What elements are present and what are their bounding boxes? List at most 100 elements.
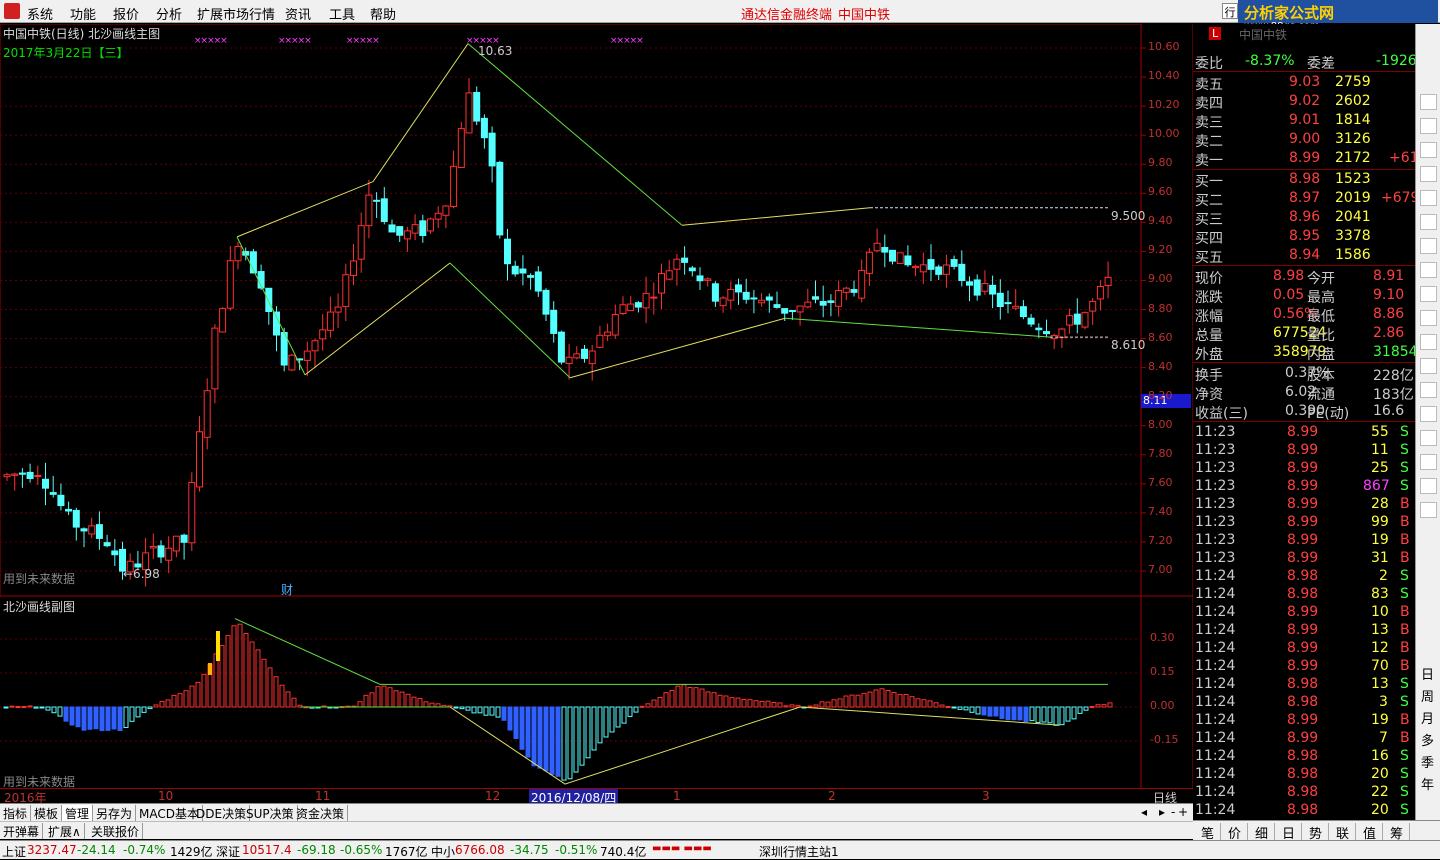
tick-row[interactable]: 11:24 8.99 12 B <box>1193 639 1415 658</box>
tool-button-icon[interactable] <box>1420 142 1437 158</box>
fund-row[interactable]: 换手 0.37% 股本 228亿 <box>1193 364 1415 384</box>
tick-row[interactable]: 11:23 8.99 28 B <box>1193 495 1415 514</box>
tool-button-icon[interactable] <box>1420 214 1437 230</box>
stat-row[interactable]: 总量 677524 量比 2.86 <box>1193 324 1415 344</box>
tick-row[interactable]: 11:24 8.98 2 S <box>1193 567 1415 586</box>
tool-button-icon[interactable] <box>1420 190 1437 206</box>
tick-side: S <box>1400 424 1409 440</box>
tick-row[interactable]: 11:24 8.99 13 B <box>1193 621 1415 640</box>
tool-button-icon[interactable] <box>1420 262 1437 278</box>
ask-row[interactable]: 卖三 9.01 1814 <box>1193 111 1415 131</box>
candle-up <box>311 340 319 352</box>
tick-row[interactable]: 11:24 8.98 16 S <box>1193 747 1415 766</box>
tab-expand[interactable]: 扩展∧ <box>45 823 85 839</box>
tick-row[interactable]: 11:24 8.98 13 S <box>1193 675 1415 694</box>
period-tool-1[interactable]: 周 <box>1421 686 1434 705</box>
bid-row[interactable]: 买四 8.95 3378 <box>1193 227 1415 247</box>
tool-button-icon[interactable] <box>1420 238 1437 254</box>
tool-button-icon[interactable] <box>1420 430 1437 446</box>
server-label[interactable]: 深圳行情主站1 <box>759 843 839 860</box>
tool-button-icon[interactable] <box>1420 358 1437 374</box>
zoom-out-button[interactable]: - <box>1171 805 1175 819</box>
tick-row[interactable]: 11:24 8.99 19 B <box>1193 711 1415 730</box>
tick-row[interactable]: 11:23 8.99 25 S <box>1193 459 1415 478</box>
menu-system[interactable]: 系统 <box>27 4 53 23</box>
nav-left-button[interactable]: ◂ <box>1141 805 1147 819</box>
hist-bar-up <box>927 700 933 708</box>
hist-bar-up <box>747 699 753 708</box>
tab-saveas[interactable]: 另存为 <box>93 805 137 821</box>
fund-row[interactable]: 收益(三) 0.390 PE(动) 16.6 <box>1193 402 1415 422</box>
ask-row[interactable]: 卖四 9.02 2602 <box>1193 92 1415 112</box>
main-chart[interactable] <box>0 24 1193 804</box>
tool-button-icon[interactable] <box>1420 406 1437 422</box>
tab-indicator[interactable]: 指标 <box>0 805 32 821</box>
ask-row[interactable]: 卖二 9.00 3126 <box>1193 130 1415 150</box>
tab-template[interactable]: 模板 <box>31 805 63 821</box>
stat-row[interactable]: 涨跌 0.05 最高 9.10 <box>1193 286 1415 306</box>
tab-dde[interactable]: DDE决策 <box>193 805 251 821</box>
tool-button-icon[interactable] <box>1420 166 1437 182</box>
menu-ext-market[interactable]: 扩展市场行情 <box>197 4 275 23</box>
tick-row[interactable]: 11:24 8.98 20 S <box>1193 801 1415 820</box>
tool-button-icon[interactable] <box>1420 382 1437 398</box>
bid-price: 8.95 <box>1289 228 1321 244</box>
zx-index: 6766.08 <box>455 843 505 857</box>
menu-analysis[interactable]: 分析 <box>156 4 182 23</box>
tick-row[interactable]: 11:24 8.99 7 B <box>1193 729 1415 748</box>
zoom-in-button[interactable]: + <box>1178 805 1188 819</box>
tick-row[interactable]: 11:23 8.99 99 B <box>1193 513 1415 532</box>
period-tool-3[interactable]: 多 <box>1421 730 1434 749</box>
period-tool-0[interactable]: 日 <box>1421 664 1434 683</box>
tick-row[interactable]: 11:23 8.99 55 S <box>1193 423 1415 442</box>
stat-row[interactable]: 外盘 358979 内盘 318545 <box>1193 343 1426 363</box>
hist-bar-up <box>159 701 165 708</box>
period-tool-5[interactable]: 年 <box>1421 774 1434 793</box>
period-tool-4[interactable]: 季 <box>1421 752 1434 771</box>
finance-event-icon[interactable]: 财 <box>281 581 293 598</box>
tool-button-icon[interactable] <box>1420 334 1437 350</box>
period-tool-2[interactable]: 月 <box>1421 708 1434 727</box>
fund-row[interactable]: 净资 6.02 流通 183亿 <box>1193 383 1415 403</box>
tick-row[interactable]: 11:23 8.99 11 S <box>1193 441 1415 460</box>
tab-related[interactable]: 关联报价 <box>88 823 144 839</box>
menu-news[interactable]: 资讯 <box>285 4 311 23</box>
tool-button-icon[interactable] <box>1420 454 1437 470</box>
tick-row[interactable]: 11:23 8.99 19 B <box>1193 531 1415 550</box>
tool-button-icon[interactable] <box>1420 94 1437 110</box>
tick-row[interactable]: 11:23 8.99 867 S <box>1193 477 1415 496</box>
candle-down <box>396 226 404 236</box>
menu-function[interactable]: 功能 <box>70 4 96 23</box>
tick-row[interactable]: 11:24 8.99 10 B <box>1193 603 1415 622</box>
ask-row[interactable]: 卖一 8.99 2172 +61 <box>1193 149 1419 169</box>
tick-row[interactable]: 11:24 8.98 3 S <box>1193 693 1415 712</box>
tool-button-icon[interactable] <box>1420 118 1437 134</box>
tab-danmu[interactable]: 开弹幕 <box>0 823 44 839</box>
bid-row[interactable]: 买二 8.97 2019 +679 <box>1193 189 1419 209</box>
menu-tools[interactable]: 工具 <box>329 4 355 23</box>
ask-row[interactable]: 卖五 9.03 2759 <box>1193 73 1415 93</box>
tool-button-icon[interactable] <box>1420 286 1437 302</box>
tab-manage[interactable]: 管理 <box>62 805 94 821</box>
tick-row[interactable]: 11:24 8.98 83 S <box>1193 585 1415 604</box>
bid-row[interactable]: 买三 8.96 2041 <box>1193 208 1415 228</box>
tool-button-icon[interactable] <box>1420 502 1437 518</box>
tab-fund[interactable]: 资金决策 <box>293 805 349 821</box>
menu-help[interactable]: 帮助 <box>370 4 396 23</box>
tool-button-icon[interactable] <box>1420 478 1437 494</box>
bid-row[interactable]: 买一 8.98 1523 <box>1193 170 1415 190</box>
candle-up <box>1066 315 1074 326</box>
menu-quote[interactable]: 报价 <box>113 4 139 23</box>
bid-row[interactable]: 买五 8.94 1586 <box>1193 246 1415 266</box>
nav-right-button[interactable]: ▸ <box>1159 805 1165 819</box>
tick-row[interactable]: 11:24 8.99 70 B <box>1193 657 1415 676</box>
candle-down <box>1004 302 1012 305</box>
tick-row[interactable]: 11:24 8.98 20 S <box>1193 765 1415 784</box>
tick-row[interactable]: 11:24 8.98 22 S <box>1193 783 1415 802</box>
quote-toggle-button[interactable]: 行 <box>1222 3 1238 19</box>
tool-button-icon[interactable] <box>1420 310 1437 326</box>
tab-sup[interactable]: SUP决策 <box>243 805 298 821</box>
tick-row[interactable]: 11:23 8.99 31 B <box>1193 549 1415 568</box>
stat-row[interactable]: 涨幅 0.56% 最低 8.86 <box>1193 305 1415 325</box>
stat-row[interactable]: 现价 8.98 今开 8.91 <box>1193 267 1415 287</box>
